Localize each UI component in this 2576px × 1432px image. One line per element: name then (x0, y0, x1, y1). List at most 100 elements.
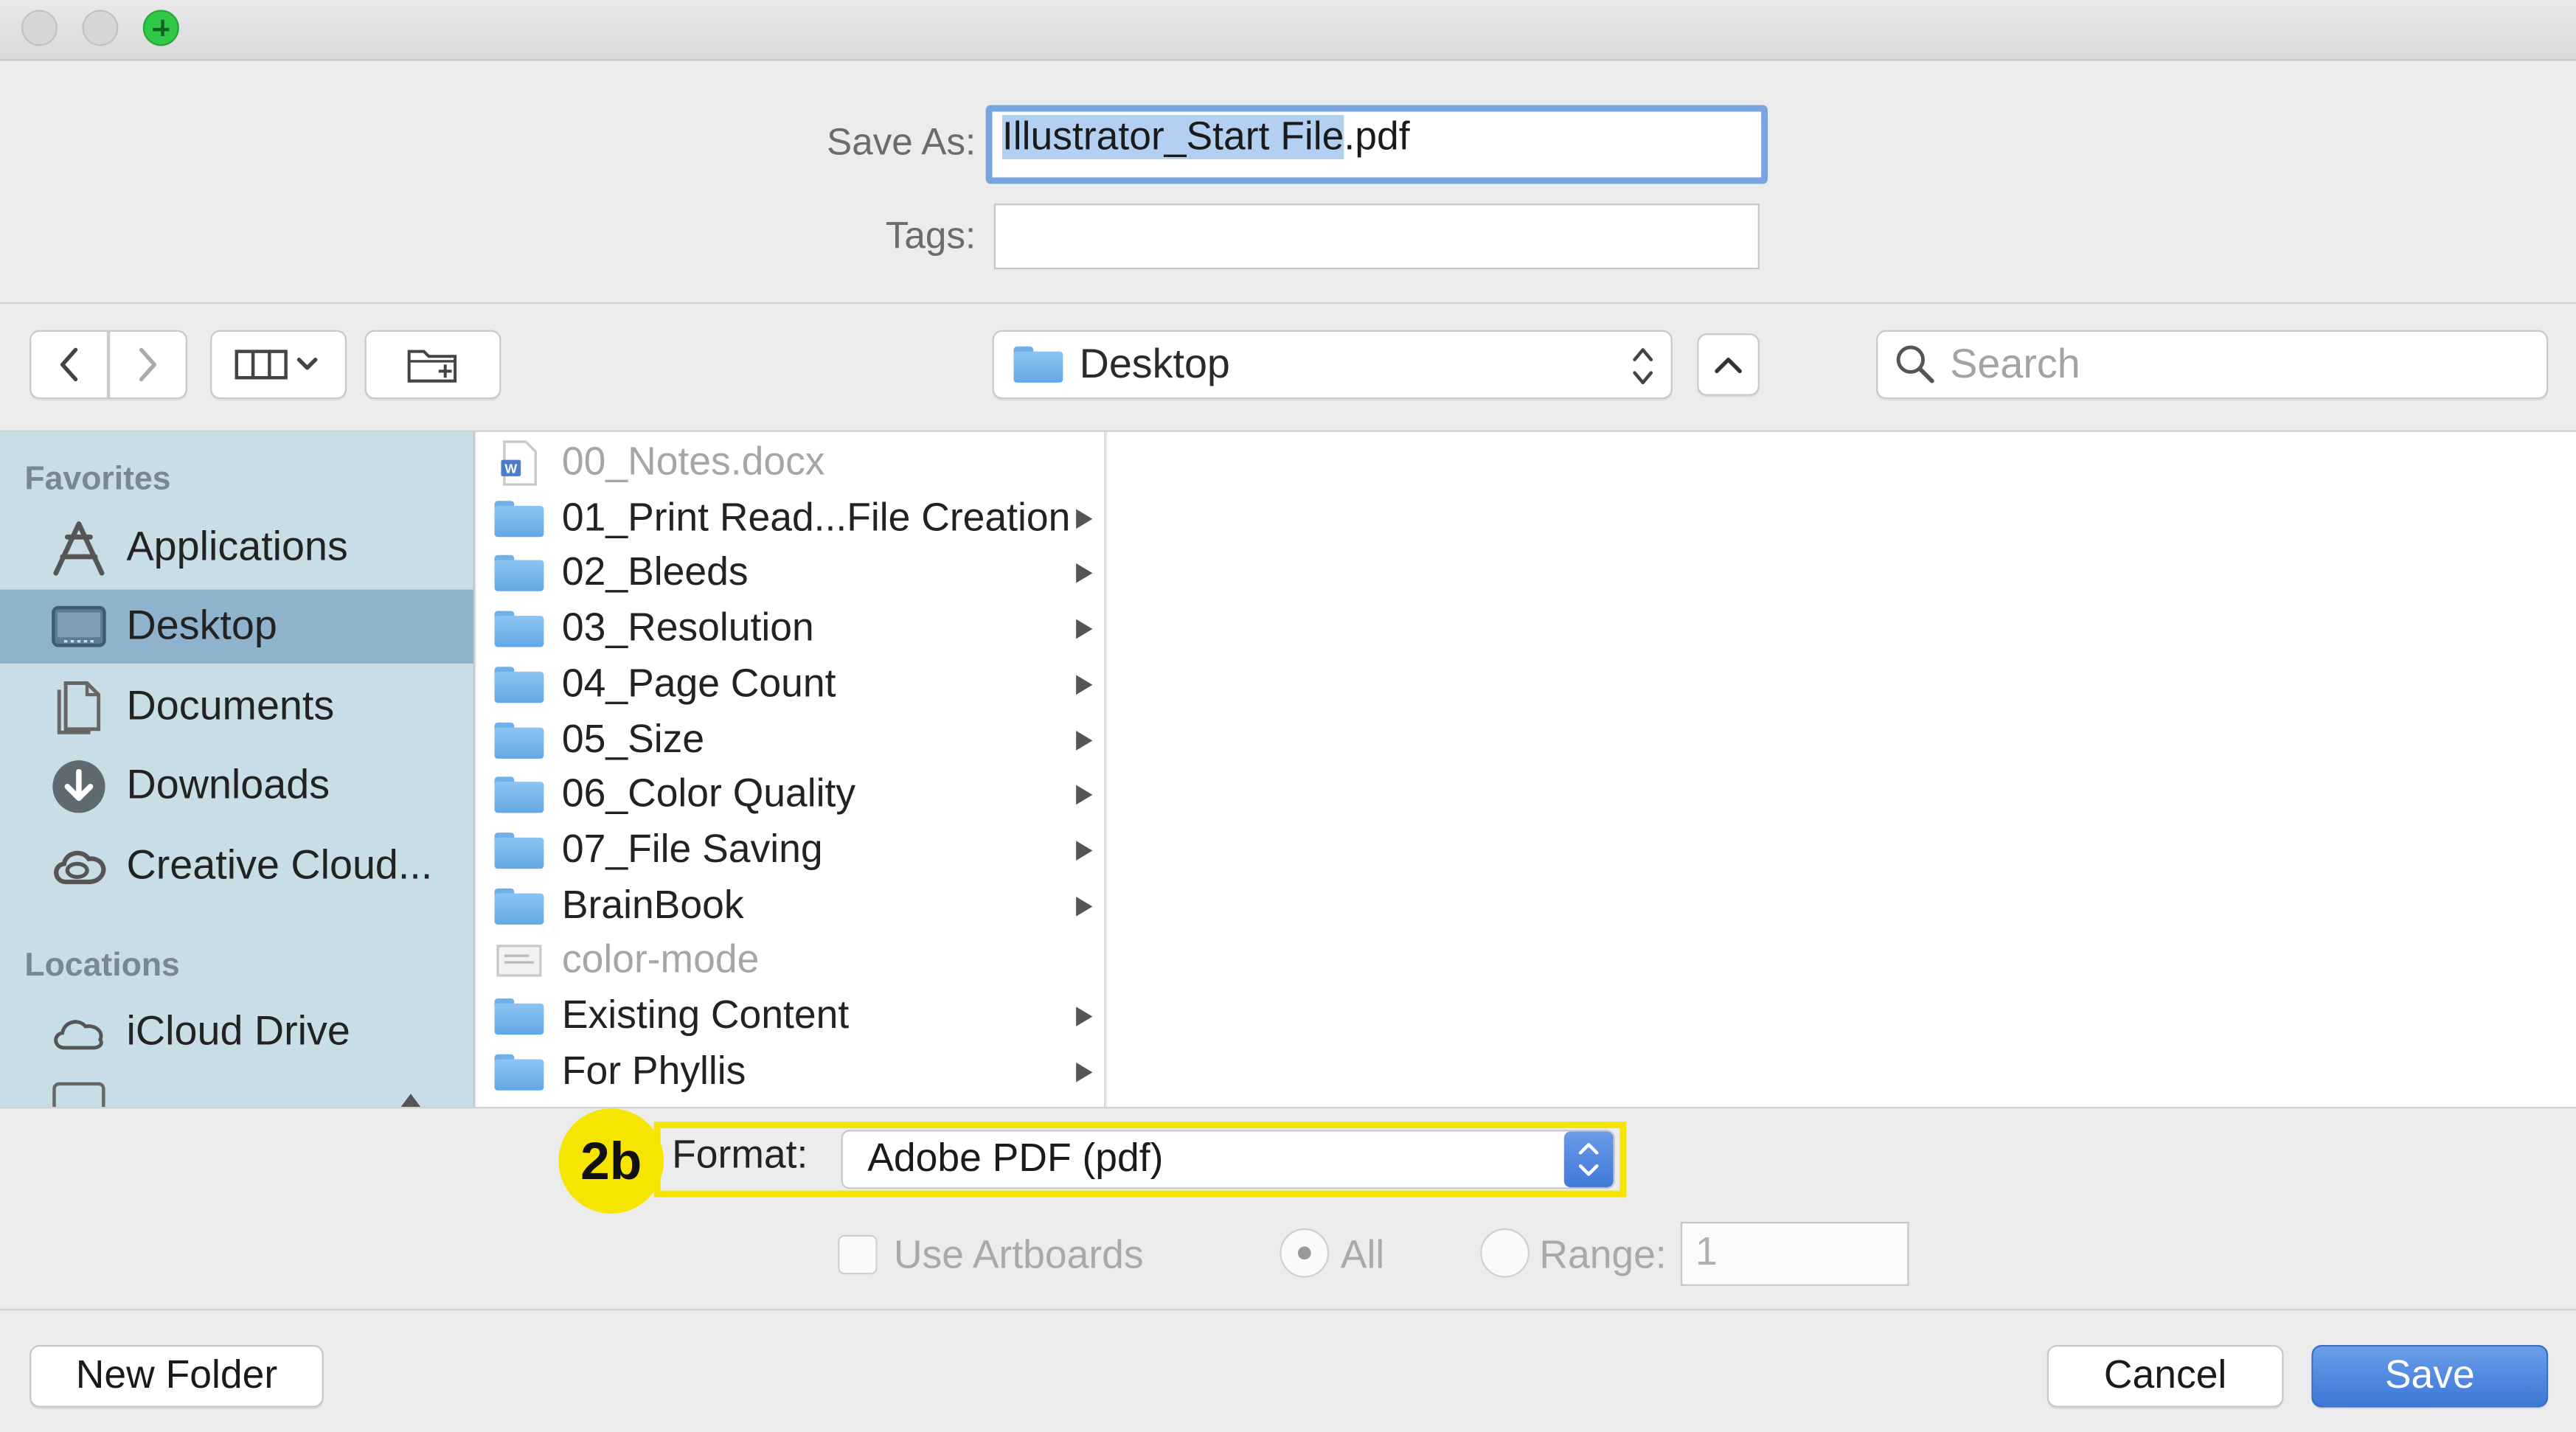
chevron-right-icon (139, 347, 157, 382)
folder-icon (494, 665, 544, 704)
word-document-icon: W (495, 440, 544, 486)
sidebar-item-desktop[interactable]: Desktop (0, 589, 473, 664)
sidebar-item-applications[interactable]: Applications (0, 511, 473, 585)
all-radio[interactable] (1280, 1228, 1330, 1278)
sidebar-item-label: Desktop (126, 602, 277, 649)
file-row[interactable]: W 00_Notes.docx (476, 435, 1104, 491)
minimize-window-button[interactable] (82, 10, 119, 46)
search-icon (1896, 345, 1934, 383)
close-window-button[interactable] (21, 10, 58, 46)
svg-text:W: W (504, 461, 517, 476)
file-name: 04_Page Count (561, 661, 836, 706)
file-row[interactable]: color-mode (476, 934, 1104, 990)
step-callout-badge: 2b (558, 1108, 664, 1214)
forward-button[interactable] (108, 330, 187, 400)
location-popup[interactable]: Desktop (992, 330, 1673, 400)
locations-heading: Locations (24, 948, 180, 984)
file-name: BrainBook (561, 883, 744, 928)
file-name: Existing Content (561, 993, 850, 1038)
range-field[interactable]: 1 (1680, 1221, 1909, 1286)
sidebar-item-downloads[interactable]: Downloads (0, 749, 473, 823)
file-name: For Phyllis (561, 1049, 746, 1094)
columns-view-icon (234, 350, 317, 380)
range-label: Range: (1539, 1233, 1667, 1278)
zoom-window-button[interactable] (142, 10, 179, 46)
save-as-field[interactable]: Illustrator_Start File.pdf (985, 105, 1768, 184)
search-placeholder: Search (1950, 341, 2080, 387)
file-row[interactable]: BrainBook (476, 878, 1104, 934)
folder-icon (494, 554, 544, 593)
search-field[interactable]: Search (1876, 330, 2549, 400)
new-folder-icon (406, 350, 456, 383)
expand-collapse-button[interactable] (1697, 333, 1760, 396)
chevron-up-icon (1715, 358, 1742, 373)
file-name: 07_File Saving (561, 827, 823, 872)
use-artboards-checkbox[interactable] (838, 1234, 878, 1275)
filename-extension: .pdf (1344, 114, 1410, 160)
up-down-chevron-icon (1633, 348, 1653, 385)
location-label: Desktop (1079, 341, 1230, 387)
file-row[interactable]: For Phyllis (476, 1044, 1104, 1100)
sidebar-item-documents[interactable]: Documents (0, 670, 473, 744)
creative-cloud-icon (46, 833, 111, 899)
disclosure-arrow-icon (1076, 896, 1093, 916)
sidebar-item-label: iCloud Drive (126, 1008, 350, 1054)
new-folder-button[interactable]: New Folder (29, 1344, 324, 1408)
disclosure-arrow-icon (1076, 563, 1093, 584)
file-name: 06_Color Quality (561, 772, 856, 817)
cloud-icon (46, 999, 111, 1065)
format-popup[interactable]: Adobe PDF (pdf) (841, 1130, 1615, 1189)
drive-icon[interactable] (52, 1082, 105, 1108)
sidebar-item-icloud-drive[interactable]: iCloud Drive (0, 995, 473, 1069)
image-file-icon (495, 942, 544, 981)
sidebar-item-label: Documents (126, 683, 335, 729)
folder-icon (494, 498, 544, 538)
sidebar-item-label: Creative Cloud... (126, 842, 433, 889)
file-row[interactable]: 03_Resolution (476, 601, 1104, 657)
file-row[interactable]: 04_Page Count (476, 656, 1104, 712)
tags-label: Tags: (885, 213, 976, 257)
folder-icon (494, 1052, 544, 1091)
folder-icon (494, 609, 544, 648)
format-label: Format: (672, 1133, 808, 1178)
file-row[interactable]: 05_Size (476, 712, 1104, 768)
file-row[interactable]: 06_Color Quality (476, 767, 1104, 823)
folder-icon (494, 886, 544, 925)
disclosure-arrow-icon (1076, 619, 1093, 639)
file-row[interactable]: 02_Bleeds (476, 546, 1104, 602)
footer-divider (0, 1308, 2576, 1311)
sidebar-item-label: Applications (126, 524, 348, 570)
file-name: 01_Print Read...File Creation (561, 495, 1071, 541)
file-name: 02_Bleeds (561, 550, 749, 596)
file-name: 05_Size (561, 717, 705, 762)
applications-icon (46, 515, 111, 580)
chevron-left-icon (60, 347, 78, 382)
disclosure-arrow-icon (1076, 674, 1093, 695)
tags-field[interactable] (993, 204, 1760, 270)
new-folder-toolbar-button[interactable] (364, 330, 501, 400)
save-button[interactable]: Save (2311, 1344, 2549, 1408)
disclosure-arrow-icon (1076, 841, 1093, 861)
format-stepper[interactable] (1563, 1131, 1614, 1188)
file-list: W 00_Notes.docx 01_Print Read...File Creat… (476, 431, 1106, 1108)
sidebar-item-creative-cloud[interactable]: Creative Cloud... (0, 830, 473, 903)
title-bar (0, 0, 2576, 61)
disclosure-arrow-icon (1076, 785, 1093, 805)
range-radio[interactable] (1480, 1228, 1530, 1278)
file-row[interactable]: 01_Print Read...File Creation (476, 490, 1104, 546)
all-label: All (1340, 1233, 1385, 1278)
view-mode-button[interactable] (210, 330, 347, 400)
file-row[interactable]: Existing Content (476, 989, 1104, 1045)
file-name: 00_Notes.docx (561, 439, 825, 484)
desktop-icon (46, 594, 111, 659)
documents-icon (46, 674, 111, 740)
disclosure-arrow-icon (1076, 508, 1093, 529)
back-button[interactable] (29, 330, 109, 400)
eject-icon[interactable] (400, 1094, 421, 1108)
file-row[interactable]: 07_File Saving (476, 823, 1104, 879)
cancel-button[interactable]: Cancel (2046, 1344, 2284, 1408)
favorites-heading: Favorites (24, 461, 171, 498)
folder-icon (494, 997, 544, 1036)
folder-icon (494, 831, 544, 870)
disclosure-arrow-icon (1076, 1007, 1093, 1026)
